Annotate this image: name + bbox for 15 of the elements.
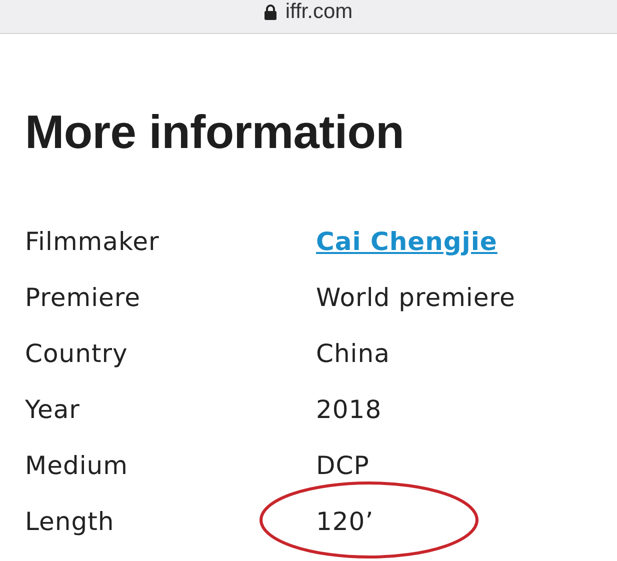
section-heading: More information <box>25 104 406 159</box>
detail-label: Length <box>25 507 116 536</box>
detail-label: Filmmaker <box>25 227 160 256</box>
filmmaker-link[interactable]: Cai Chengjie <box>316 227 593 256</box>
detail-value: World premiere <box>316 283 516 312</box>
detail-value: 120’ <box>316 507 375 536</box>
detail-label: Year <box>25 395 81 424</box>
detail-value: DCP <box>316 451 370 480</box>
detail-label: Premiere <box>25 283 142 312</box>
detail-value: China <box>316 339 391 368</box>
detail-label: Medium <box>25 451 129 480</box>
lock-icon <box>264 4 278 20</box>
detail-label: Country <box>25 339 129 368</box>
detail-value: 2018 <box>316 395 383 424</box>
url-text[interactable]: iffr.com <box>285 0 353 24</box>
